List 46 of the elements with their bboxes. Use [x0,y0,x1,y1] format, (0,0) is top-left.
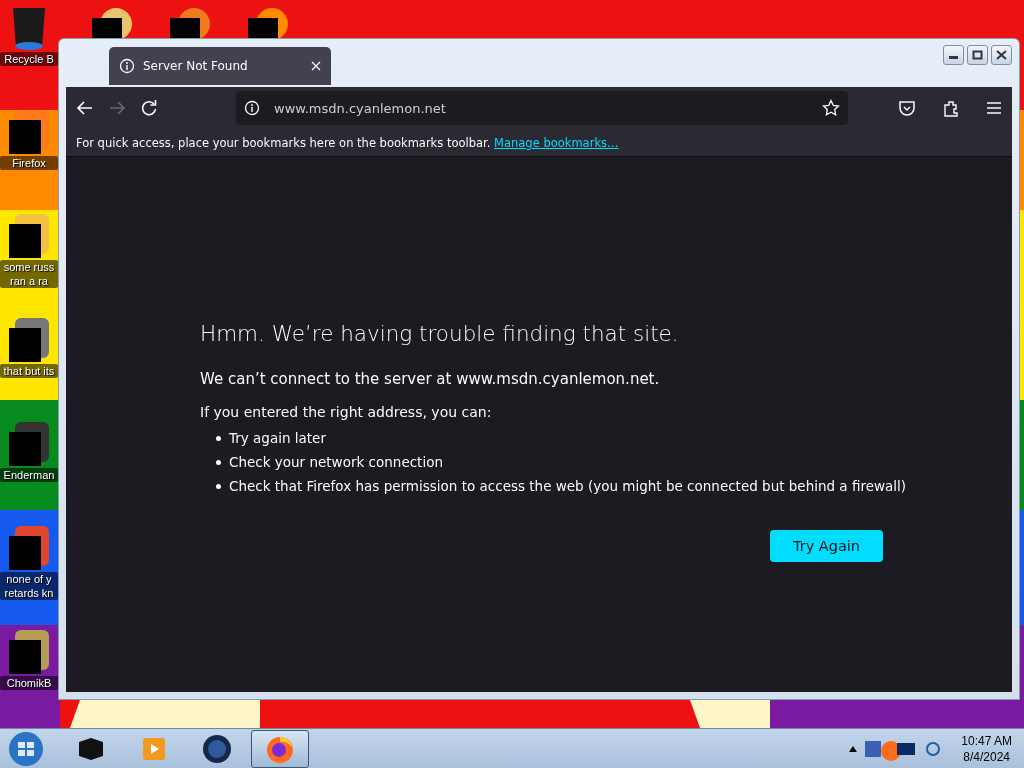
globe-icon [202,733,232,764]
icon-label[interactable]: Recycle B [0,52,58,66]
info-icon [119,58,135,74]
icon-label[interactable]: some russ ran a ra [0,260,58,288]
suggestion-text: Check your network connection [229,454,443,470]
suggestion-text: Check that Firefox has permission to access the web (you might be connected but behind a firewall) [229,478,907,494]
try-again-button[interactable]: Try Again [770,530,883,562]
icon-label[interactable]: none of y retards kn [0,572,58,600]
taskbar-button[interactable] [251,729,309,768]
maximize-button[interactable] [967,45,988,65]
network-icon[interactable] [925,739,942,758]
address-bar[interactable]: www.msdn.cyanlemon.net [236,91,848,125]
error-message: We can’t connect to the server at www.msdn.cyanlemon.net. [200,370,661,388]
error-title: Hmm. We’re having trouble finding that site. [200,321,680,346]
suggestion-text: Try again later [229,430,326,446]
close-icon[interactable] [311,61,321,71]
minimize-button[interactable] [943,45,964,65]
info-icon[interactable] [244,100,260,116]
icon-label[interactable]: ChomikB [0,676,58,690]
star-icon[interactable] [822,99,840,117]
close-button[interactable] [991,45,1012,65]
bullet-icon [216,459,221,465]
bookmarks-hint: For quick access, place your bookmarks here on the bookmarks toolbar. Manage bookmarks… [76,135,619,150]
url-text: www.msdn.cyanlemon.net [274,100,447,116]
pocket-icon[interactable] [898,99,916,117]
close-icon [996,50,1007,60]
browser-tab[interactable]: Server Not Found [109,47,331,85]
back-icon[interactable] [76,100,94,116]
menu-icon[interactable] [986,101,1002,115]
icon-label[interactable]: Enderman [0,468,58,482]
maximize-icon [972,50,983,60]
bullet-icon [216,435,221,441]
start-button[interactable] [6,729,46,768]
caret-icon[interactable] [849,744,858,753]
clock[interactable]: 10:47 AM 8/4/2024 [961,732,1012,765]
puzzle-icon[interactable] [942,99,960,117]
forward-icon[interactable] [108,100,126,116]
cube-icon [76,735,106,762]
icon-label[interactable]: that but its [0,364,58,378]
icon-label[interactable]: Firefox [0,156,58,170]
error-subtitle: If you entered the right address, you can: [200,404,493,420]
bullet-icon [216,483,221,489]
tab-title: Server Not Found [143,59,249,73]
play-icon [141,735,167,762]
reload-icon[interactable] [140,99,158,117]
manage-bookmarks-link[interactable]: Manage bookmarks… [494,135,619,150]
